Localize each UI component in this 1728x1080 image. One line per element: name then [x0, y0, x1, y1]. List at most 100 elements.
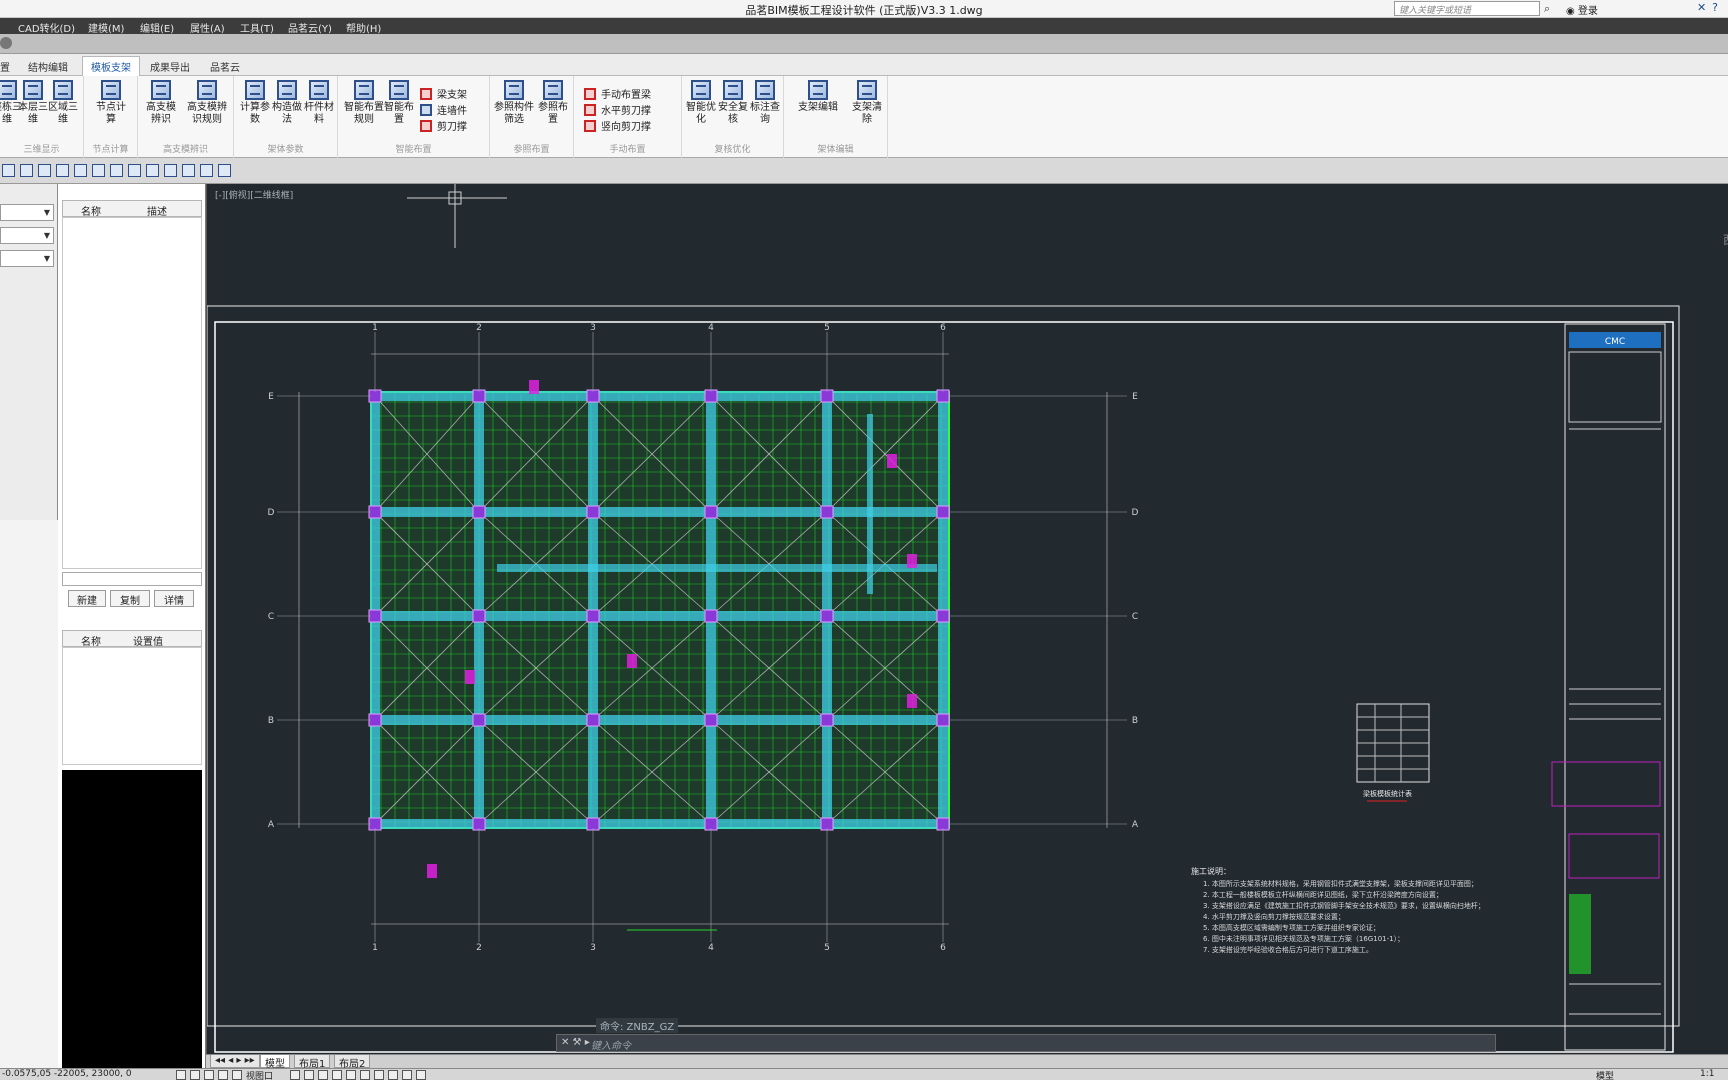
type-dropdown[interactable]: ▼ [0, 250, 54, 267]
chart-icon[interactable] [74, 164, 87, 177]
safety-review-button[interactable]: 安全复核 [716, 80, 750, 126]
select-icon[interactable] [2, 164, 15, 177]
scissor-brace-button[interactable]: 剪刀撑 [420, 118, 467, 134]
reference-filter-button[interactable]: 参照构件筛选 [494, 80, 534, 126]
high-formwork-rules-button[interactable]: 高支模辨识规则 [184, 80, 230, 126]
smart-layout-button[interactable]: 智能布置 [382, 80, 416, 126]
construction-method-button[interactable]: 构造做法 [270, 80, 304, 126]
selection-cycle-icon[interactable] [318, 1070, 328, 1080]
floor-3d-button[interactable]: 本层三维 [16, 80, 50, 126]
find-icon[interactable] [200, 164, 213, 177]
close-icon[interactable]: ✕ ⚒ ▸ [561, 1037, 590, 1048]
menu-cad-convert[interactable]: CAD转化(D) [18, 20, 75, 35]
member-material-button[interactable]: 杆件材料 [302, 80, 336, 126]
smart-layout-icon [389, 80, 409, 100]
menu-cloud[interactable]: 品茗云(Y) [288, 20, 332, 35]
3d-snap-icon[interactable] [388, 1070, 398, 1080]
menu-attributes[interactable]: 属性(A) [190, 20, 225, 35]
grid-icon[interactable] [92, 164, 105, 177]
model-space-label[interactable]: 模型 [1596, 1069, 1614, 1080]
box-select-icon[interactable] [38, 164, 51, 177]
viewport-label[interactable]: 视图口 [246, 1069, 273, 1080]
annotation-monitor-icon[interactable] [332, 1070, 342, 1080]
group-manual-layout: 手动布置梁 水平剪刀撑 竖向剪刀撑 手动布置 [574, 76, 682, 158]
new-button[interactable]: 新建 [68, 590, 106, 607]
lineweight-icon[interactable] [290, 1070, 300, 1080]
beam-support-button[interactable]: 梁支架 [420, 86, 467, 102]
polar-icon[interactable] [218, 1070, 228, 1080]
layer-icon[interactable] [110, 164, 123, 177]
command-input[interactable]: 键入命令 [591, 1037, 631, 1052]
ortho-icon[interactable] [204, 1070, 214, 1080]
component-dropdown[interactable]: ▼ [0, 227, 54, 244]
snap-icon[interactable] [176, 1070, 186, 1080]
cad-canvas[interactable]: CMC 梁板模板统计表 施工说明： 1. 本图所示支架系统材料规格，采用钢管扣件… [206, 184, 1728, 1056]
name-input[interactable] [62, 572, 202, 586]
floor-dropdown[interactable]: ▼ [0, 204, 54, 221]
ruler-icon[interactable] [182, 164, 195, 177]
transparency-icon[interactable] [304, 1070, 314, 1080]
annotation-query-button[interactable]: 标注查询 [748, 80, 782, 126]
login-button[interactable]: ◉ 登录 [1566, 2, 1598, 17]
tab-layout-2[interactable]: 布局2 [334, 1055, 371, 1070]
search-input[interactable]: 键入关键字或短语 [1394, 1, 1540, 16]
pan-icon[interactable] [218, 164, 231, 177]
preview-viewport[interactable] [62, 770, 202, 1070]
app-icon[interactable] [0, 37, 12, 49]
high-formwork-identify-button[interactable]: 高支模辨识 [144, 80, 178, 126]
nav-arrows-icon[interactable]: ◂◂ ◂ ▸ ▸▸ [210, 1055, 260, 1068]
binoculars-icon[interactable]: ⌕ [1544, 2, 1550, 16]
osnap-icon[interactable] [232, 1070, 242, 1080]
horizontal-brace-button[interactable]: 水平剪刀撑 [584, 102, 651, 118]
help-icon[interactable]: ? [1712, 1, 1724, 14]
dynamic-input-icon[interactable] [360, 1070, 370, 1080]
menu-help[interactable]: 帮助(H) [346, 20, 381, 35]
tab-model[interactable]: 模型 [260, 1055, 290, 1070]
isolate-icon[interactable] [416, 1070, 426, 1080]
command-line[interactable]: ✕ ⚒ ▸ 键入命令 [556, 1034, 1496, 1052]
vertical-brace-button[interactable]: 竖向剪刀撑 [584, 118, 651, 134]
node-calc-button[interactable]: 节点计算 [94, 80, 128, 126]
wall-tie-button[interactable]: 连墙件 [420, 102, 467, 118]
grid-toggle-icon[interactable] [190, 1070, 200, 1080]
quick-props-icon[interactable] [402, 1070, 412, 1080]
annotation-scale[interactable]: 1:1 [1700, 1069, 1714, 1079]
copy-button[interactable]: 复制 [110, 590, 150, 607]
rotate-icon[interactable] [128, 164, 141, 177]
smart-layout-rules-button[interactable]: 智能布置规则 [344, 80, 384, 126]
drawing-svg[interactable]: CMC 梁板模板统计表 施工说明： 1. 本图所示支架系统材料规格，采用钢管扣件… [207, 184, 1728, 1056]
annotation-icon [755, 80, 775, 100]
object-track-icon[interactable] [374, 1070, 384, 1080]
tab-formwork-support[interactable]: 模板支架 [82, 56, 140, 77]
dynamic-ucs-icon[interactable] [346, 1070, 356, 1080]
tab-layout-1[interactable]: 布局1 [294, 1055, 331, 1070]
axis-label-row: C [1132, 612, 1138, 622]
manual-beam-button[interactable]: 手动布置梁 [584, 86, 651, 102]
circle-icon[interactable] [164, 164, 177, 177]
exchange-icon[interactable]: ✕ [1697, 1, 1712, 14]
tab-cloud[interactable]: 品茗云 [210, 59, 240, 74]
tab-settings[interactable]: 置 [0, 59, 10, 74]
column-icon[interactable] [56, 164, 69, 177]
window-controls[interactable]: ✕? [1697, 1, 1724, 14]
support-clear-icon [857, 80, 877, 100]
tab-structure-edit[interactable]: 结构编辑 [28, 59, 68, 74]
filter-icon[interactable] [20, 164, 33, 177]
param-list[interactable] [62, 647, 202, 765]
menu-model[interactable]: 建模(M) [88, 20, 124, 35]
tab-export[interactable]: 成果导出 [150, 59, 190, 74]
menu-edit[interactable]: 编辑(E) [140, 20, 174, 35]
layout-tabs: ◂◂ ◂ ▸ ▸▸ 模型 布局1 布局2 [206, 1054, 1728, 1070]
menu-tools[interactable]: 工具(T) [240, 20, 274, 35]
area-3d-button[interactable]: 区域三维 [46, 80, 80, 126]
high-formwork-icon [151, 80, 171, 100]
details-button[interactable]: 详情 [154, 590, 194, 607]
table-icon[interactable] [146, 164, 159, 177]
smart-optimize-button[interactable]: 智能优化 [684, 80, 718, 126]
reference-layout-button[interactable]: 参照布置 [536, 80, 570, 126]
view-label[interactable]: [-][俯视][二维线框] [215, 189, 293, 201]
support-edit-button[interactable]: 支架编辑 [794, 80, 842, 114]
support-clear-button[interactable]: 支架清除 [850, 80, 884, 126]
calc-params-button[interactable]: 计算参数 [238, 80, 272, 126]
template-list[interactable] [62, 217, 202, 569]
